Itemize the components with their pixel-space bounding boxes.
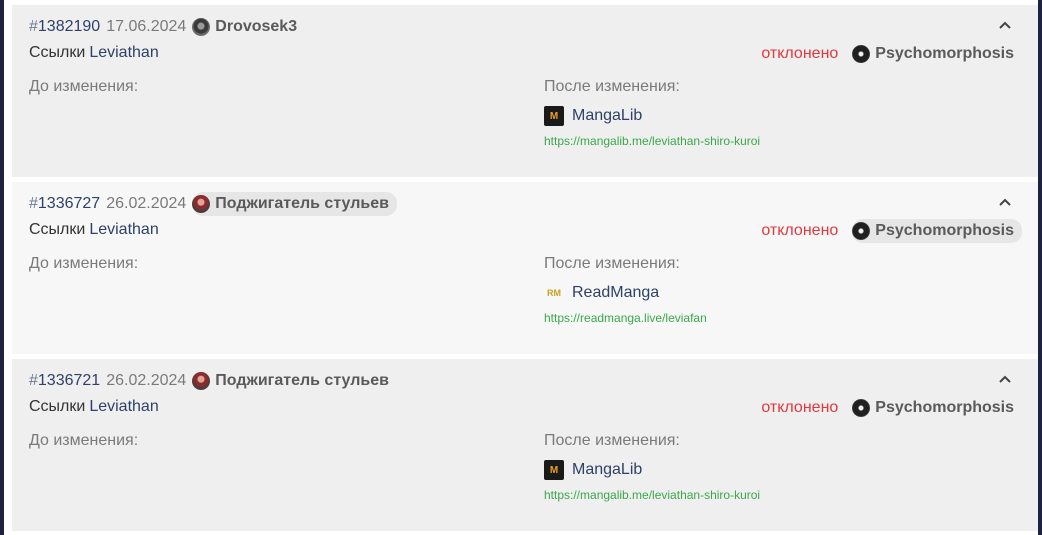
moderator-link[interactable]: Psychomorphosis	[852, 219, 1022, 243]
edit-history-panel: #1382190 17.06.2024 Drovosek3 Ссылки Levi…	[4, 0, 1038, 535]
site-name: MangaLib	[572, 107, 643, 124]
avatar	[192, 372, 211, 390]
author-link[interactable]: Поджигатель стульев	[192, 192, 397, 216]
site-name: MangaLib	[572, 461, 643, 478]
status-badge: отклонено	[761, 222, 839, 239]
before-label: До изменения:	[29, 432, 139, 449]
entry-header: #1336727 26.02.2024 Поджигатель стульев	[29, 192, 397, 216]
entry-date: 26.02.2024	[106, 372, 187, 389]
moderator-name: Psychomorphosis	[875, 222, 1014, 239]
moderator-link[interactable]: Psychomorphosis	[852, 396, 1022, 420]
entry-id-link[interactable]: 1336721	[38, 372, 100, 390]
status-badge: отклонено	[761, 399, 839, 416]
author-link[interactable]: Drovosek3	[192, 15, 305, 39]
entry-header: #1336721 26.02.2024 Поджигатель стульев	[29, 370, 397, 392]
site-link[interactable]: M MangaLib	[544, 105, 642, 127]
entry-subject: Ссылки Leviathan	[29, 398, 159, 416]
entry-status: отклонено Psychomorphosis	[761, 43, 1022, 65]
entry-category: Ссылки	[29, 398, 86, 415]
entry-subject: Ссылки Leviathan	[29, 44, 159, 62]
entry-hash: #	[29, 18, 38, 35]
entry-status: отклонено Psychomorphosis	[761, 219, 1022, 243]
avatar	[192, 18, 211, 36]
entry-category: Ссылки	[29, 221, 86, 238]
entry-header: #1382190 17.06.2024 Drovosek3	[29, 16, 305, 38]
status-badge: отклонено	[761, 45, 839, 62]
chevron-up-icon[interactable]	[998, 195, 1012, 209]
chevron-up-icon[interactable]	[998, 18, 1012, 32]
site-name: ReadManga	[572, 284, 660, 301]
avatar	[852, 399, 871, 417]
author-name: Поджигатель стульев	[215, 372, 389, 389]
entry-category: Ссылки	[29, 44, 86, 61]
author-link[interactable]: Поджигатель стульев	[192, 369, 397, 393]
entry-title-link[interactable]: Leviathan	[89, 398, 158, 415]
avatar	[852, 45, 871, 63]
edit-entry: #1336727 26.02.2024 Поджигатель стульев …	[12, 182, 1038, 354]
site-url-link[interactable]: https://mangalib.me/leviathan-shiro-kuro…	[544, 134, 760, 148]
site-link[interactable]: RM ReadManga	[544, 282, 659, 304]
entry-status: отклонено Psychomorphosis	[761, 397, 1022, 419]
entry-date: 26.02.2024	[106, 195, 187, 212]
mangalib-favicon-icon: M	[544, 460, 564, 480]
after-label: После изменения:	[544, 432, 680, 449]
site-url-link[interactable]: https://mangalib.me/leviathan-shiro-kuro…	[544, 488, 760, 502]
moderator-name: Psychomorphosis	[875, 45, 1014, 62]
avatar	[192, 195, 211, 213]
entry-title-link[interactable]: Leviathan	[89, 44, 158, 61]
author-name: Drovosek3	[215, 18, 298, 35]
entry-date: 17.06.2024	[106, 18, 187, 35]
after-label: После изменения:	[544, 78, 680, 95]
readmanga-favicon-icon: RM	[547, 288, 561, 298]
mangalib-favicon-icon: M	[544, 106, 564, 126]
before-label: До изменения:	[29, 255, 139, 272]
entry-subject: Ссылки Leviathan	[29, 221, 159, 239]
edit-entry: #1336721 26.02.2024 Поджигатель стульев …	[12, 359, 1038, 531]
entry-title-link[interactable]: Leviathan	[89, 221, 158, 238]
before-label: До изменения:	[29, 78, 139, 95]
author-name: Поджигатель стульев	[215, 195, 389, 212]
edit-entry: #1382190 17.06.2024 Drovosek3 Ссылки Levi…	[12, 5, 1038, 177]
site-link[interactable]: M MangaLib	[544, 459, 642, 481]
entry-hash: #	[29, 195, 38, 212]
entry-id-link[interactable]: 1382190	[38, 18, 100, 36]
chevron-up-icon[interactable]	[998, 372, 1012, 386]
avatar	[852, 222, 871, 240]
moderator-name: Psychomorphosis	[875, 399, 1014, 416]
moderator-link[interactable]: Psychomorphosis	[852, 42, 1022, 66]
entry-hash: #	[29, 372, 38, 389]
after-label: После изменения:	[544, 255, 680, 272]
entry-id-link[interactable]: 1336727	[38, 195, 100, 213]
site-url-link[interactable]: https://readmanga.live/leviafan	[544, 311, 707, 325]
